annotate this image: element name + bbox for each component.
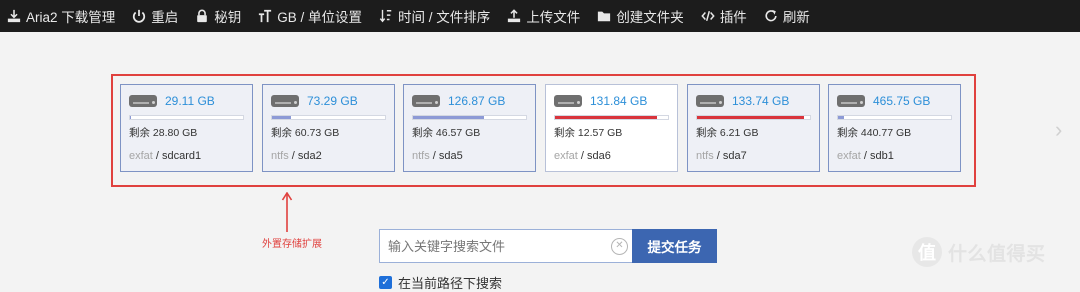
refresh-icon — [763, 8, 779, 24]
nav-label: 重启 — [151, 10, 179, 25]
disk-free-space: 剩余 12.57 GB — [554, 127, 623, 139]
disk-usage-fill — [838, 116, 844, 119]
hard-drive-icon — [412, 93, 440, 109]
disk-card[interactable]: 131.84 GB 剩余 12.57 GB exfat / sda6 — [545, 84, 678, 172]
nav-secret-key[interactable]: 秘钥 — [194, 6, 241, 26]
nav-label: 插件 — [719, 10, 747, 25]
nav-unit-settings[interactable]: GB / 单位设置 — [257, 6, 362, 26]
top-navbar: Aria2 下载管理 重启 秘钥 GB / 单位设置 时间 / 文件排序 上传文… — [0, 0, 1080, 32]
disk-usage-bar — [554, 115, 669, 120]
disk-total-size: 465.75 GB — [873, 94, 931, 108]
disk-filesystem-type: exfat — [837, 150, 861, 162]
hard-drive-icon — [129, 93, 157, 109]
search-input[interactable] — [380, 230, 600, 262]
disk-usage-fill — [697, 116, 805, 119]
disk-total-size: 73.29 GB — [307, 94, 358, 108]
disk-usage-fill — [413, 116, 485, 119]
download-icon — [6, 8, 22, 24]
annotation-label: 外置存储扩展 — [262, 239, 322, 250]
disk-usage-fill — [130, 116, 132, 119]
disk-free-space: 剩余 46.57 GB — [412, 127, 481, 139]
disk-usage-bar — [412, 115, 527, 120]
disk-device-name: / sdcard1 — [155, 150, 202, 162]
nav-plugins[interactable]: 插件 — [700, 6, 747, 26]
disk-usage-bar — [696, 115, 811, 120]
nav-sort[interactable]: 时间 / 文件排序 — [378, 6, 490, 26]
disk-card[interactable]: 29.11 GB 剩余 28.80 GB exfat / sdcard1 — [120, 84, 253, 172]
disk-total-size: 29.11 GB — [165, 94, 215, 108]
nav-label: GB / 单位设置 — [277, 10, 363, 25]
sort-icon — [378, 8, 394, 24]
disk-device-name: / sda5 — [432, 150, 463, 162]
disk-card[interactable]: 73.29 GB 剩余 60.73 GB ntfs / sda2 — [262, 84, 395, 172]
folder-icon — [596, 8, 612, 24]
disk-usage-bar — [129, 115, 244, 120]
chevron-right-icon[interactable]: › — [1055, 117, 1062, 143]
disk-card[interactable]: 126.87 GB 剩余 46.57 GB ntfs / sda5 — [403, 84, 536, 172]
disk-device-name: / sda2 — [291, 150, 322, 162]
text-size-icon — [257, 8, 273, 24]
lock-icon — [194, 8, 210, 24]
watermark-logo: 值 什么值得买 — [912, 237, 1046, 267]
disk-usage-fill — [555, 116, 657, 119]
nav-label: 创建文件夹 — [616, 10, 684, 25]
nav-upload[interactable]: 上传文件 — [506, 6, 580, 26]
nav-label: 秘钥 — [214, 10, 242, 25]
nav-restart[interactable]: 重启 — [131, 6, 178, 26]
search-current-path-option[interactable]: ✓ 在当前路径下搜索 — [379, 273, 502, 292]
disk-filesystem-type: ntfs — [412, 150, 430, 162]
hard-drive-icon — [554, 93, 582, 109]
nav-label: 上传文件 — [526, 10, 581, 25]
disk-filesystem-type: exfat — [554, 150, 578, 162]
nav-aria2-download[interactable]: Aria2 下载管理 — [6, 6, 115, 26]
nav-refresh[interactable]: 刷新 — [763, 6, 810, 26]
clear-icon[interactable]: ✕ — [611, 238, 628, 255]
disk-free-space: 剩余 28.80 GB — [129, 127, 198, 139]
watermark-badge: 值 — [912, 237, 942, 267]
disk-filesystem-type: ntfs — [696, 150, 714, 162]
code-icon — [700, 8, 716, 24]
annotation-arrow — [281, 192, 293, 232]
disk-filesystem-type: exfat — [129, 150, 153, 162]
disk-free-space: 剩余 440.77 GB — [837, 127, 912, 139]
disk-usage-bar — [271, 115, 386, 120]
hard-drive-icon — [837, 93, 865, 109]
nav-label: 时间 / 文件排序 — [398, 10, 491, 25]
upload-icon — [506, 8, 522, 24]
search-box: ✕ — [379, 229, 633, 263]
disk-usage-bar — [837, 115, 952, 120]
watermark-text: 什么值得买 — [948, 243, 1046, 265]
disk-usage-fill — [272, 116, 292, 119]
nav-label: Aria2 下载管理 — [26, 10, 116, 25]
power-icon — [131, 8, 147, 24]
disk-card[interactable]: 465.75 GB 剩余 440.77 GB exfat / sdb1 — [828, 84, 961, 172]
nav-label: 刷新 — [782, 10, 810, 25]
checkbox-checked-icon[interactable]: ✓ — [379, 276, 392, 289]
hard-drive-icon — [696, 93, 724, 109]
submit-task-button[interactable]: 提交任务 — [632, 229, 717, 263]
disk-device-name: / sda7 — [716, 150, 747, 162]
checkbox-label: 在当前路径下搜索 — [398, 276, 503, 291]
hard-drive-icon — [271, 93, 299, 109]
disk-total-size: 126.87 GB — [448, 94, 506, 108]
disk-card[interactable]: 133.74 GB 剩余 6.21 GB ntfs / sda7 — [687, 84, 820, 172]
disk-total-size: 131.84 GB — [590, 94, 648, 108]
disk-free-space: 剩余 60.73 GB — [271, 127, 340, 139]
disk-device-name: / sda6 — [580, 150, 611, 162]
disk-total-size: 133.74 GB — [732, 94, 790, 108]
disk-device-name: / sdb1 — [863, 150, 894, 162]
disk-filesystem-type: ntfs — [271, 150, 289, 162]
disk-free-space: 剩余 6.21 GB — [696, 127, 759, 139]
nav-create-folder[interactable]: 创建文件夹 — [596, 6, 684, 26]
main-content: 29.11 GB 剩余 28.80 GB exfat / sdcard1 73.… — [0, 32, 1080, 291]
